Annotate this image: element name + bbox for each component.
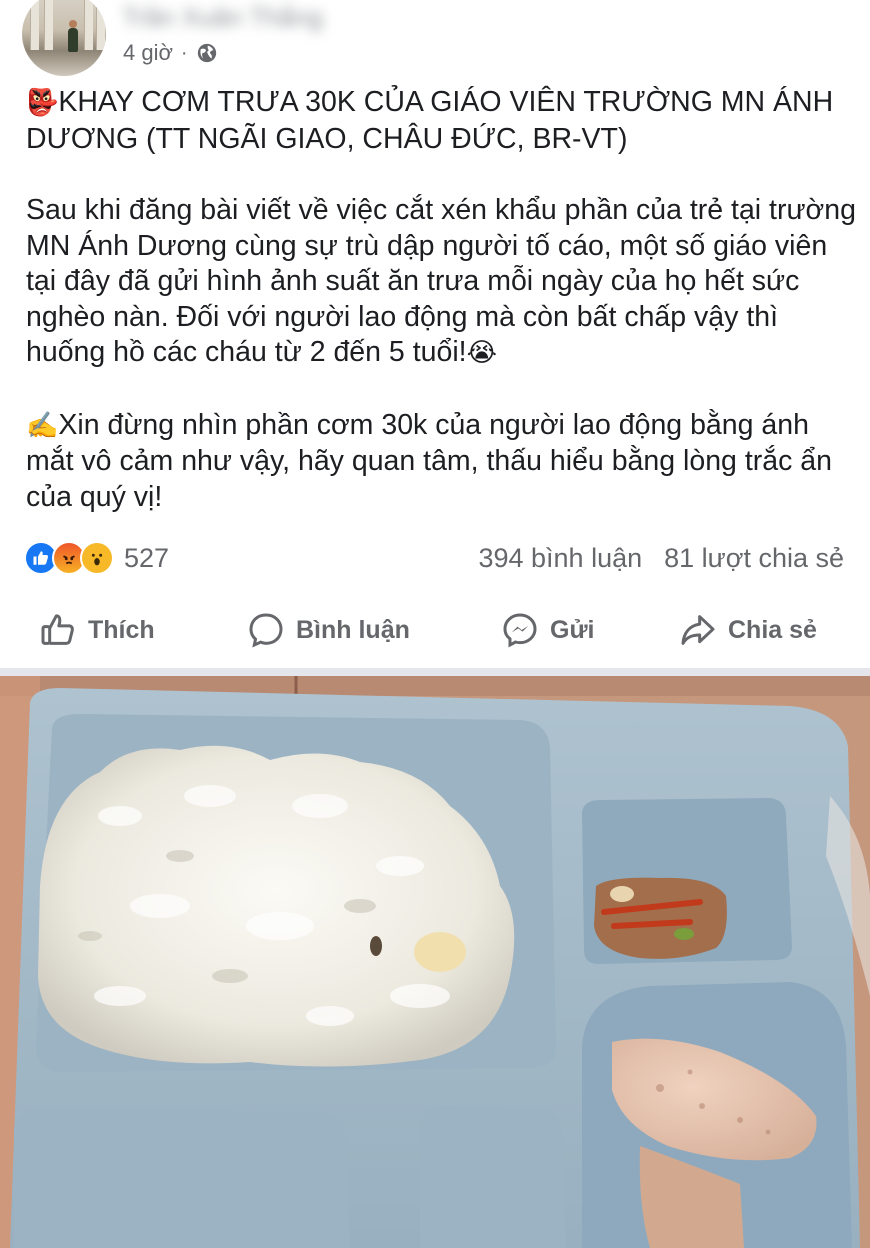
engagement-stats: 394 bình luận 81 lượt chia sẻ: [478, 538, 844, 578]
reaction-count: 527: [124, 542, 170, 573]
section-divider: [0, 668, 870, 676]
share-label: Chia sẻ: [728, 615, 817, 644]
globe-icon: [197, 43, 216, 63]
paragraph-1-text: Sau khi đăng bài viết về việc cắt xén kh…: [26, 194, 856, 368]
crying-emoji: 😭: [466, 338, 497, 368]
post-paragraph-1: Sau khi đăng bài viết về việc cắt xén kh…: [26, 193, 856, 372]
action-bar: Thích Bình luận Gửi Chia sẻ: [0, 600, 870, 660]
lunch-tray-image: [0, 676, 870, 1248]
meta-separator: ·: [180, 41, 188, 64]
send-button[interactable]: Gửi: [500, 600, 595, 660]
post-photo[interactable]: [0, 676, 870, 1248]
comment-button[interactable]: Bình luận: [246, 600, 410, 660]
comment-count[interactable]: 394 bình luận: [478, 543, 642, 574]
messenger-icon: [503, 613, 537, 648]
post-header: Trần Xuân Thắng 4 giờ ·: [0, 0, 870, 80]
paragraph-2-text: Xin đừng nhìn phần cơm 30k của người lao…: [26, 408, 832, 513]
comment-bubble-icon: [249, 613, 283, 648]
post-title: 👺KHAY CƠM TRƯA 30K CỦA GIÁO VIÊN TRƯỜNG …: [26, 85, 856, 157]
share-arrow-icon: [681, 615, 715, 645]
post-paragraph-2: ✍️Xin đừng nhìn phần cơm 30k của người l…: [26, 408, 856, 516]
post-time[interactable]: 4 giờ: [123, 40, 173, 66]
wow-icon: [80, 541, 114, 575]
thumbs-up-icon: [41, 614, 74, 645]
author-avatar[interactable]: [22, 0, 106, 76]
post-meta: 4 giờ ·: [123, 40, 218, 66]
comment-label: Bình luận: [296, 615, 410, 644]
like-button[interactable]: Thích: [38, 600, 155, 660]
reactions-summary[interactable]: 527: [24, 538, 169, 578]
post-body: 👺KHAY CƠM TRƯA 30K CỦA GIÁO VIÊN TRƯỜNG …: [26, 85, 856, 515]
author-name[interactable]: Trần Xuân Thắng: [122, 2, 368, 32]
like-label: Thích: [88, 615, 155, 644]
send-label: Gửi: [550, 615, 595, 644]
goblin-emoji: 👺: [26, 88, 59, 118]
share-button[interactable]: Chia sẻ: [678, 600, 817, 660]
post-title-text: KHAY CƠM TRƯA 30K CỦA GIÁO VIÊN TRƯỜNG M…: [26, 86, 834, 155]
share-count[interactable]: 81 lượt chia sẻ: [664, 543, 844, 574]
writing-hand-emoji: ✍️: [26, 410, 59, 441]
